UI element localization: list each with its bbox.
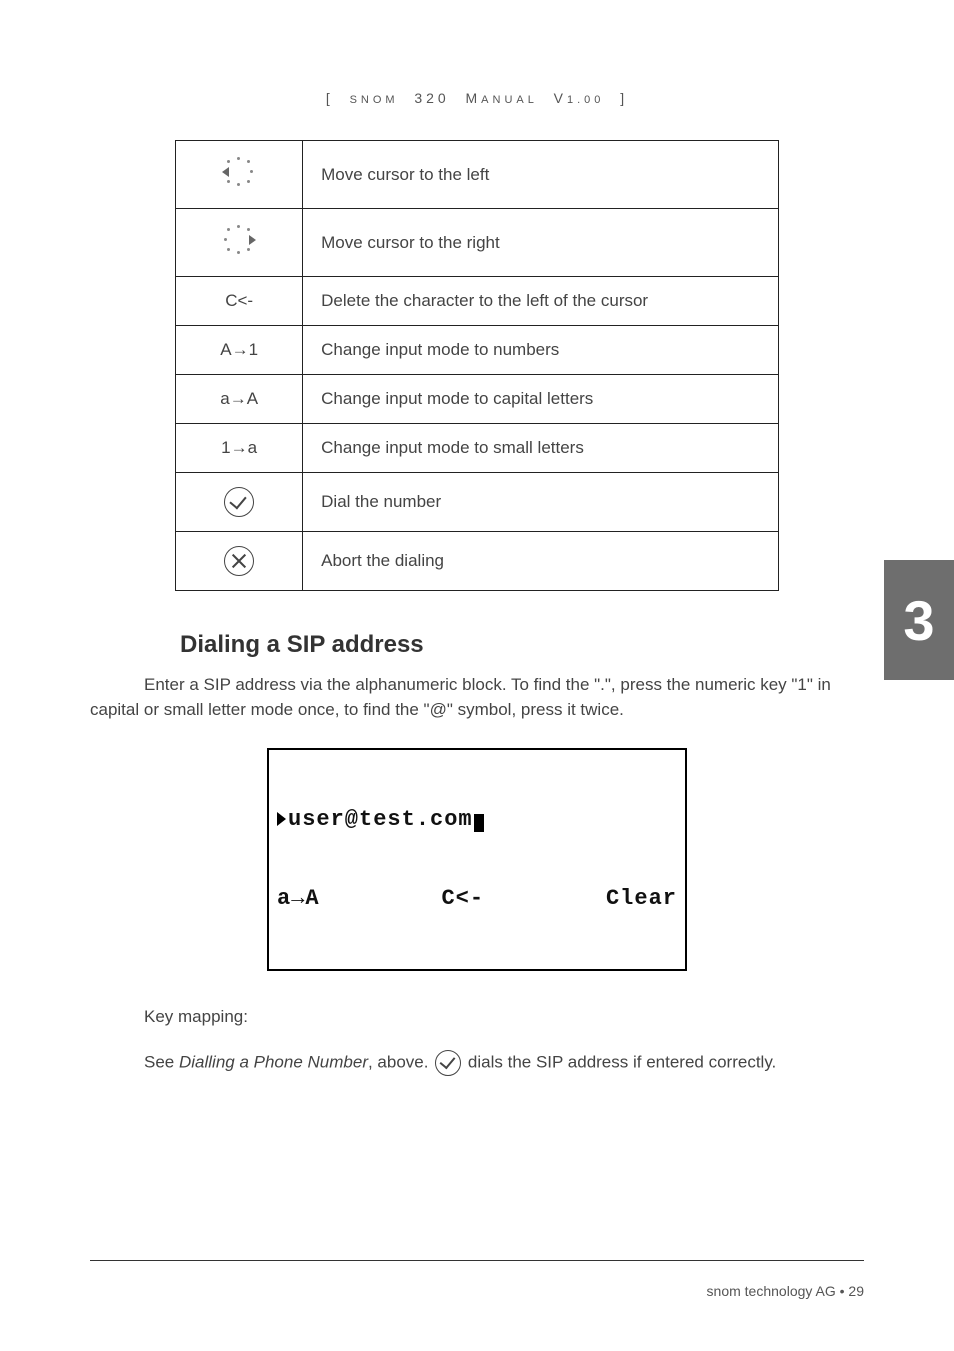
para2-emph: Dialling a Phone Number [179,1053,368,1072]
header-ver-num: 1.00 [567,94,604,106]
lcd-softkey-mid: C<- [441,886,484,912]
lcd-line-1: user@test.com [277,807,677,833]
table-row: A→1 Change input mode to numbers [176,326,779,375]
key-desc: Dial the number [303,473,779,532]
key-desc: Delete the character to the left of the … [303,277,779,326]
lcd-line-2: a→A C<- Clear [277,886,677,912]
keymap-table: Move cursor to the left Move cursor to t… [175,140,779,591]
chapter-tab: 3 [884,560,954,680]
header-ver-v: V [554,90,567,106]
key-desc: Move cursor to the right [303,209,779,277]
keymapping-label: Key mapping: [90,1005,864,1030]
key-desc: Move cursor to the left [303,141,779,209]
lcd-display: user@test.com a→A C<- Clear [267,748,687,971]
key-nav-right [176,209,303,277]
header-word2-cap: M [466,90,482,106]
check-icon [435,1050,461,1076]
key-cross [176,532,303,591]
key-label: A→1 [176,326,303,375]
bracket-left: [ [326,90,334,106]
table-row: Abort the dialing [176,532,779,591]
para2-mid: , above. [368,1053,433,1072]
footer-rule [90,1260,864,1261]
key-desc: Abort the dialing [303,532,779,591]
navpad-right-icon [222,223,256,257]
para2-pre: See [144,1053,179,1072]
footer-text: snom technology AG • 29 [707,1283,864,1299]
para2-post: dials the SIP address if entered correct… [463,1053,776,1072]
key-label: a→A [176,375,303,424]
table-row: Dial the number [176,473,779,532]
key-label: 1→a [176,424,303,473]
table-row: a→A Change input mode to capital letters [176,375,779,424]
paragraph-2: See Dialling a Phone Number, above. dial… [90,1050,864,1076]
table-row: 1→a Change input mode to small letters [176,424,779,473]
table-row: Move cursor to the right [176,209,779,277]
paragraph-1: Enter a SIP address via the alphanumeric… [90,673,864,722]
key-desc: Change input mode to small letters [303,424,779,473]
header-word2-rest: ANUAL [481,94,538,106]
lcd-softkey-right: Clear [606,886,677,912]
key-nav-left [176,141,303,209]
header-word1: SNOM [350,94,399,106]
key-desc: Change input mode to capital letters [303,375,779,424]
cursor-icon [474,814,484,832]
key-desc: Change input mode to numbers [303,326,779,375]
check-icon [224,487,254,517]
header-num: 320 [414,90,449,106]
cross-icon [224,546,254,576]
key-label: C<- [176,277,303,326]
triangle-right-icon [277,812,286,826]
lcd-softkey-left: a→A [277,886,320,912]
navpad-left-icon [222,155,256,189]
table-row: C<- Delete the character to the left of … [176,277,779,326]
section-heading: Dialing a SIP address [180,631,864,659]
key-check [176,473,303,532]
bracket-right: ] [620,90,628,106]
table-row: Move cursor to the left [176,141,779,209]
lcd-text: user@test.com [288,807,473,832]
page-header: [ SNOM 320 MANUAL V1.00 ] [90,90,864,106]
